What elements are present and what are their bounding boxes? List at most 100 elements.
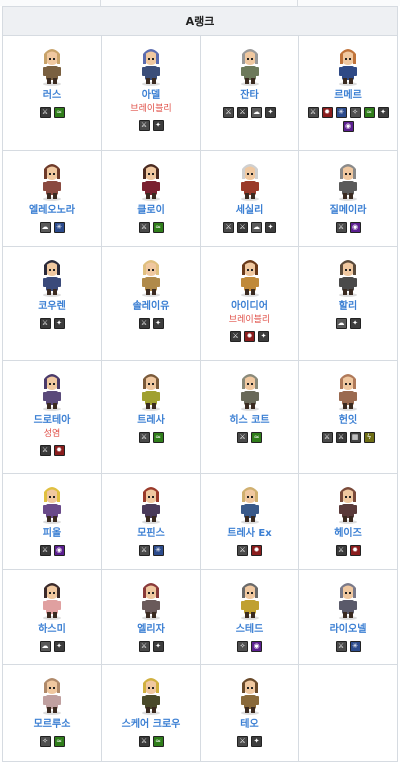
character-name[interactable]: 스테드 [201, 623, 298, 636]
character-portrait[interactable] [133, 42, 169, 86]
character-portrait[interactable] [133, 253, 169, 297]
sword-icon: ⚔ [335, 432, 347, 443]
character-name[interactable]: 아이디어 [201, 300, 298, 313]
character-name[interactable]: 엘리자 [102, 623, 200, 636]
character-cell[interactable]: 스테드 ✧ ◉ [200, 569, 299, 665]
cloud-icon: ☁ [251, 222, 262, 233]
character-name[interactable]: 코우렌 [3, 300, 101, 313]
character-name[interactable]: 잔타 [201, 89, 298, 102]
character-cell[interactable]: 모르루소 ✧ ≈ [2, 664, 102, 762]
grid-row: 하스미 ☁ ✦ 엘리자 ⚔ ✦ 스테드 ✧ ◉ 라이오넬 ⚔ ✳ [2, 569, 399, 665]
weapon-element-icons: ⚔ ⚔ ▦ ϟ [299, 432, 397, 443]
character-cell[interactable]: 세실리 ⚔ ⚔ ☁ ✦ [200, 150, 299, 247]
character-cell[interactable]: 르메르 ⚔ ✹ ✳ ✧ ≈ ✦ ◉ [297, 35, 399, 151]
character-portrait[interactable] [330, 576, 366, 620]
slash-icon: ⚔ [307, 107, 319, 118]
weapon-element-icons: ☁ ✦ [299, 318, 397, 329]
character-cell[interactable]: 러스 ⚔ ≈ [2, 35, 102, 151]
character-portrait[interactable] [232, 253, 268, 297]
sword-icon: ⚔ [39, 107, 51, 118]
character-cell[interactable]: 엘레오노라 ☁ ✳ [2, 150, 102, 247]
character-name[interactable]: 헤이즈 [299, 527, 397, 540]
character-cell[interactable]: 트레사 Ex ⚔ ✹ [200, 473, 299, 570]
character-name[interactable]: 드로테아 [3, 414, 101, 427]
character-name[interactable]: 모르루소 [3, 718, 101, 731]
character-cell[interactable]: 피올 ⚔ ◉ [2, 473, 102, 570]
character-portrait[interactable] [133, 576, 169, 620]
character-cell[interactable]: 라이오넬 ⚔ ✳ [297, 569, 399, 665]
grid-row: 드로테아 성염 ⚔ ✹ 트레사 ⚔ ≈ 히스 코트 ⚔ ≈ 헌잇 ⚔ ⚔ ▦ ϟ [2, 360, 399, 474]
character-portrait[interactable] [330, 42, 366, 86]
character-name[interactable]: 클로이 [102, 204, 200, 217]
character-portrait[interactable] [34, 42, 70, 86]
character-portrait[interactable] [34, 367, 70, 411]
character-cell[interactable]: 트레사 ⚔ ≈ [101, 360, 201, 474]
character-portrait[interactable] [34, 671, 70, 715]
weapon-element-icons: ⚔ ≈ [102, 432, 200, 443]
character-name[interactable]: 모핀스 [102, 527, 200, 540]
character-cell[interactable]: 아이디어 브레이블리 ⚔ ✹ ✦ [200, 246, 299, 361]
character-name[interactable]: 솔레이유 [102, 300, 200, 313]
character-cell[interactable]: 코우렌 ⚔ ✦ [2, 246, 102, 361]
fire-icon: ✹ [251, 545, 262, 556]
character-cell[interactable]: 아델 브레이블리 ⚔ ✦ [101, 35, 201, 151]
character-cell[interactable]: 질메이라 ⚔ ◉ [297, 150, 399, 247]
character-portrait[interactable] [232, 367, 268, 411]
character-cell[interactable]: 히스 코트 ⚔ ≈ [200, 360, 299, 474]
staff-icon: ✧ [349, 107, 361, 118]
character-cell[interactable]: 헤이즈 ⚔ ✹ [297, 473, 399, 570]
character-portrait[interactable] [133, 157, 169, 201]
character-portrait[interactable] [232, 42, 268, 86]
character-name[interactable]: 러스 [3, 89, 101, 102]
character-name[interactable]: 하스미 [3, 623, 101, 636]
wind-icon: ≈ [251, 432, 262, 443]
character-cell[interactable]: 클로이 ⚔ ≈ [101, 150, 201, 247]
character-name[interactable]: 세실리 [201, 204, 298, 217]
character-portrait[interactable] [330, 367, 366, 411]
character-cell[interactable]: 할리 ☁ ✦ [297, 246, 399, 361]
character-cell[interactable]: 드로테아 성염 ⚔ ✹ [2, 360, 102, 474]
cloud-icon: ☁ [39, 222, 51, 233]
character-cell[interactable]: 테오 ⚔ ✦ [200, 664, 299, 762]
character-cell[interactable]: 엘리자 ⚔ ✦ [101, 569, 201, 665]
character-name[interactable]: 아델 [102, 89, 200, 102]
character-portrait[interactable] [330, 253, 366, 297]
character-name[interactable]: 라이오넬 [299, 623, 397, 636]
character-portrait[interactable] [34, 157, 70, 201]
character-cell[interactable]: 잔타 ⚔ ⚔ ☁ ✦ [200, 35, 299, 151]
character-portrait[interactable] [232, 576, 268, 620]
character-name[interactable]: 질메이라 [299, 204, 397, 217]
sword-icon: ⚔ [237, 222, 248, 233]
slash-icon: ⚔ [335, 222, 347, 233]
character-cell[interactable]: 솔레이유 ⚔ ✦ [101, 246, 201, 361]
character-portrait[interactable] [232, 157, 268, 201]
character-portrait[interactable] [330, 157, 366, 201]
sword-icon: ⚔ [39, 445, 51, 456]
character-cell[interactable]: 모핀스 ⚔ ✳ [101, 473, 201, 570]
character-portrait[interactable] [232, 480, 268, 524]
character-name[interactable]: 르메르 [299, 89, 397, 102]
character-name[interactable]: 할리 [299, 300, 397, 313]
character-portrait[interactable] [34, 253, 70, 297]
character-name[interactable]: 히스 코트 [201, 414, 298, 427]
character-portrait[interactable] [34, 576, 70, 620]
character-name[interactable]: 트레사 [102, 414, 200, 427]
character-name[interactable]: 테오 [201, 718, 298, 731]
weapon-element-icons: ⚔ ✹ ✦ [201, 331, 298, 342]
character-portrait[interactable] [133, 671, 169, 715]
character-cell[interactable]: 하스미 ☁ ✦ [2, 569, 102, 665]
character-name[interactable]: 스케어 크로우 [102, 718, 200, 731]
character-name[interactable]: 트레사 Ex [201, 527, 298, 540]
character-portrait[interactable] [34, 480, 70, 524]
character-portrait[interactable] [133, 480, 169, 524]
grid-row: 피올 ⚔ ◉ 모핀스 ⚔ ✳ 트레사 Ex ⚔ ✹ 헤이즈 ⚔ ✹ [2, 473, 399, 570]
character-portrait[interactable] [232, 671, 268, 715]
character-cell[interactable]: 헌잇 ⚔ ⚔ ▦ ϟ [297, 360, 399, 474]
character-portrait[interactable] [133, 367, 169, 411]
character-name[interactable]: 헌잇 [299, 414, 397, 427]
ice-icon: ✳ [53, 222, 65, 233]
character-name[interactable]: 엘레오노라 [3, 204, 101, 217]
character-cell[interactable]: 스케어 크로우 ⚔ ≈ [101, 664, 201, 762]
character-name[interactable]: 피올 [3, 527, 101, 540]
character-portrait[interactable] [330, 480, 366, 524]
